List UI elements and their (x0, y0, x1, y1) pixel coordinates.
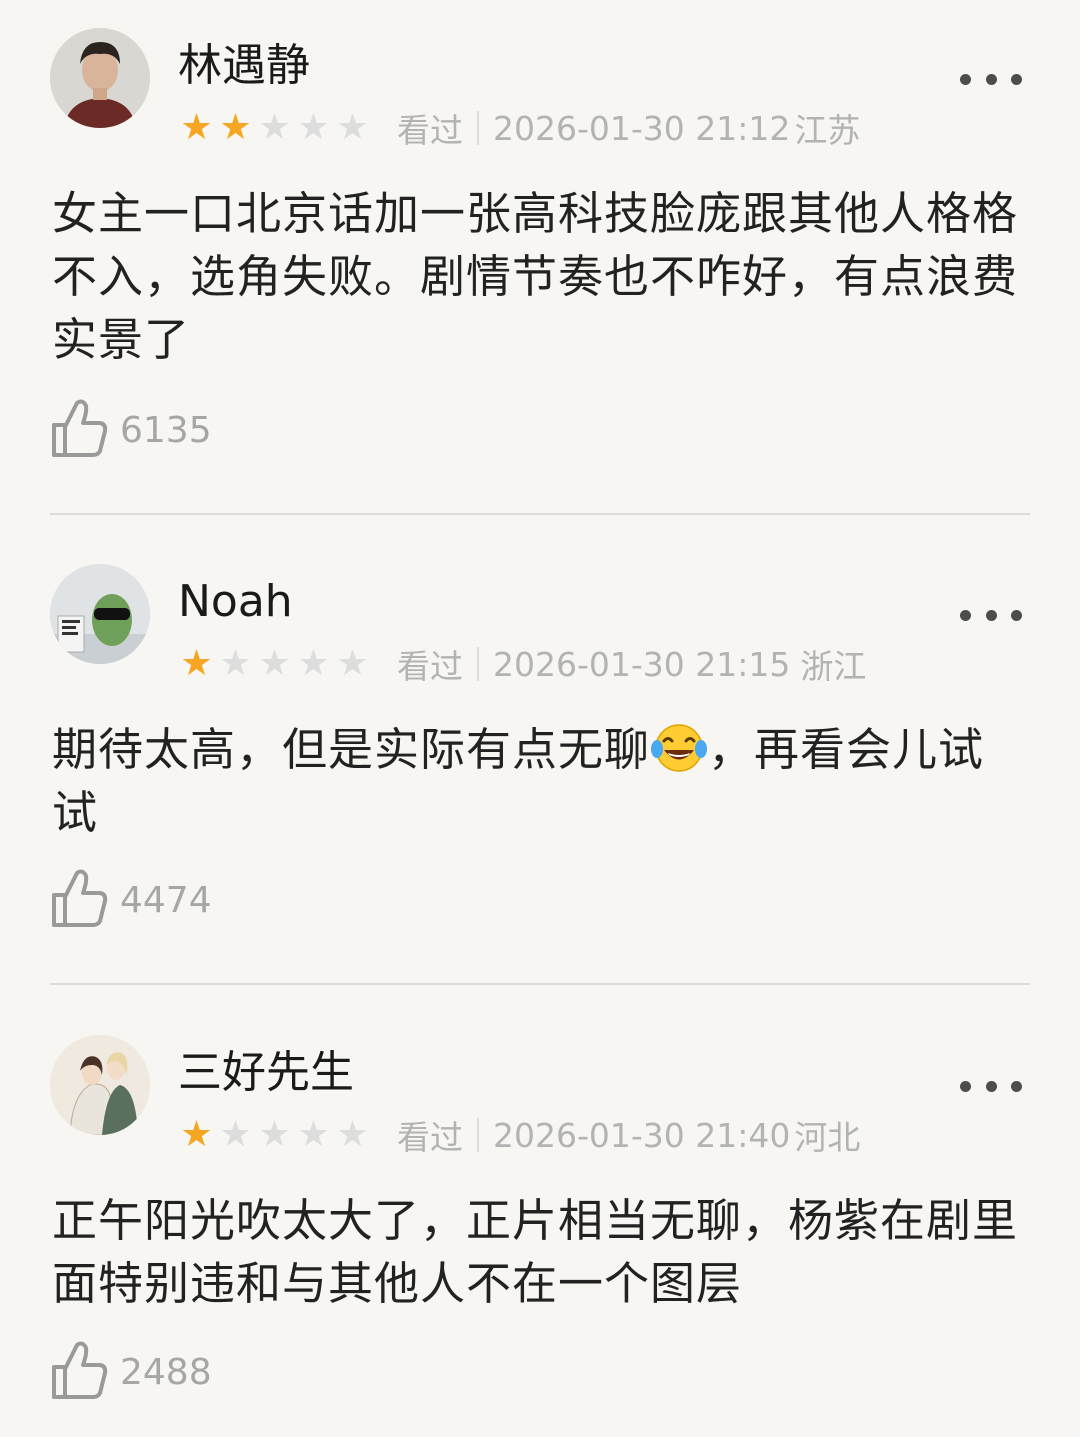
star-empty-icon: ★ (297, 107, 330, 148)
review-content: 期待太高，但是实际有点无聊 ，再看会儿试试 (52, 718, 1028, 844)
star-empty-icon: ★ (258, 643, 291, 684)
timestamp: 2026-01-30 21:40 (493, 1115, 791, 1155)
location: 浙江 (800, 647, 867, 686)
more-dot-icon (1011, 609, 1022, 621)
more-dot-icon (960, 73, 971, 85)
more-options-button[interactable] (960, 1071, 1022, 1101)
like-button[interactable]: 6135 (50, 398, 212, 462)
meta-divider (477, 111, 479, 145)
more-options-button[interactable] (960, 64, 1022, 94)
more-dot-icon (985, 73, 997, 85)
meta-divider (477, 1118, 479, 1152)
username[interactable]: 林遇静 (178, 38, 310, 94)
thumbs-up-icon (50, 397, 108, 463)
avatar[interactable] (50, 564, 150, 664)
location: 江苏 (794, 111, 861, 150)
review-content-text: 期待太高，但是实际有点无聊 (52, 723, 651, 776)
star-filled-icon: ★ (180, 107, 213, 148)
review-content: 女主一口北京话加一张高科技脸庞跟其他人格格不入，选角失败。剧情节奏也不咋好，有点… (52, 187, 1019, 366)
review-meta: ★ ★ ★ ★ ★ 看过 2026-01-30 21:15 浙江 (178, 642, 867, 687)
review-content: 正午阳光吹太大了，正片相当无聊，杨紫在剧里面特别违和与其他人不在一个图层 (52, 1194, 1019, 1310)
more-dot-icon (985, 609, 997, 621)
thumbs-up-icon (50, 1339, 108, 1405)
meta-divider (477, 647, 479, 681)
star-empty-icon: ★ (258, 1114, 291, 1155)
like-count: 4474 (120, 879, 212, 921)
star-empty-icon: ★ (219, 1114, 252, 1155)
face-with-tears-of-joy-icon (650, 723, 708, 773)
location: 河北 (794, 1118, 861, 1157)
review-meta: ★ ★ ★ ★ ★ 看过 2026-01-30 21:12 江苏 (178, 106, 861, 151)
avatar[interactable] (50, 28, 150, 128)
timestamp: 2026-01-30 21:12 (493, 108, 791, 148)
like-count: 6135 (120, 409, 212, 451)
watch-status: 看过 (397, 1118, 463, 1157)
username[interactable]: 三好先生 (178, 1045, 354, 1101)
star-empty-icon: ★ (297, 1114, 330, 1155)
more-dot-icon (985, 1080, 997, 1092)
more-dot-icon (1011, 73, 1022, 85)
watch-status: 看过 (397, 111, 463, 150)
like-count: 2488 (120, 1351, 212, 1393)
watch-status: 看过 (397, 647, 463, 686)
star-filled-icon: ★ (180, 643, 213, 684)
like-button[interactable]: 4474 (50, 868, 212, 932)
star-filled-icon: ★ (219, 107, 252, 148)
star-empty-icon: ★ (219, 643, 252, 684)
more-dot-icon (1011, 1080, 1022, 1092)
divider (50, 983, 1030, 985)
rating-stars: ★ ★ ★ ★ ★ (178, 644, 371, 684)
thumbs-up-icon (50, 867, 108, 933)
avatar[interactable] (50, 1035, 150, 1135)
more-dot-icon (960, 1080, 971, 1092)
like-button[interactable]: 2488 (50, 1340, 212, 1404)
username[interactable]: Noah (178, 574, 293, 630)
rating-stars: ★ ★ ★ ★ ★ (178, 1115, 371, 1155)
star-empty-icon: ★ (336, 643, 369, 684)
more-dot-icon (960, 609, 971, 621)
star-empty-icon: ★ (336, 107, 369, 148)
star-filled-icon: ★ (180, 1114, 213, 1155)
rating-stars: ★ ★ ★ ★ ★ (178, 108, 371, 148)
star-empty-icon: ★ (297, 643, 330, 684)
star-empty-icon: ★ (336, 1114, 369, 1155)
timestamp: 2026-01-30 21:15 (493, 644, 791, 684)
more-options-button[interactable] (960, 600, 1022, 630)
review-meta: ★ ★ ★ ★ ★ 看过 2026-01-30 21:40 河北 (178, 1113, 861, 1158)
star-empty-icon: ★ (258, 107, 291, 148)
divider (50, 513, 1030, 515)
